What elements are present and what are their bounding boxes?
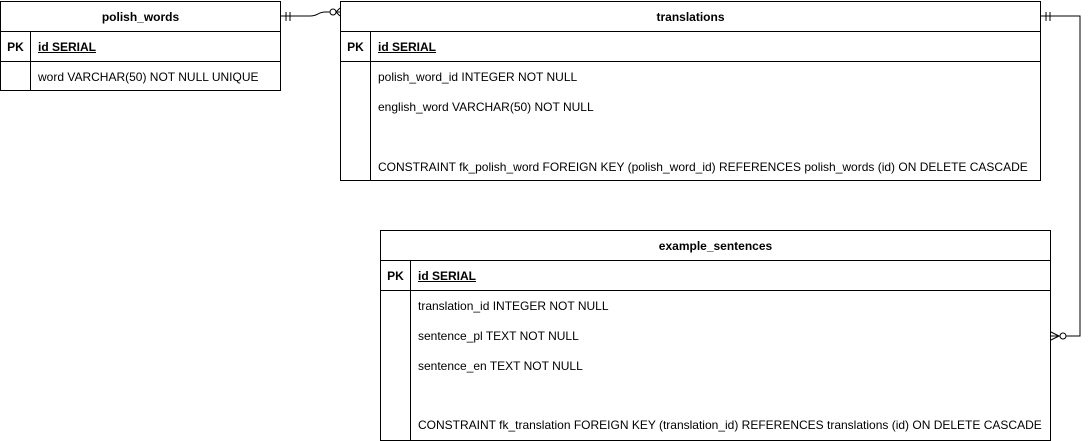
zero-circle	[1059, 332, 1067, 340]
relationship-connectors	[281, 7, 1081, 341]
relationship-translations-example-sentences	[1041, 12, 1081, 341]
relationship-polish-words-translations	[281, 7, 341, 21]
crow-foot	[335, 7, 341, 13]
crow-foot	[335, 11, 341, 17]
zero-circle	[329, 8, 337, 16]
crow-foot	[1050, 331, 1060, 337]
crow-foot	[1050, 335, 1060, 341]
